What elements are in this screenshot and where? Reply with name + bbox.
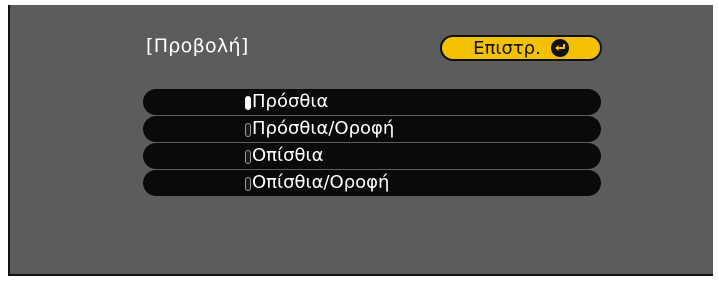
option-rear[interactable]: Οπίσθια bbox=[143, 143, 601, 169]
radio-unselected-icon bbox=[245, 177, 251, 191]
menu-title: [Προβολή] bbox=[146, 35, 249, 57]
option-label: Πρόσθια/Οροφή bbox=[252, 118, 395, 139]
option-label: Πρόσθια bbox=[252, 91, 329, 112]
radio-selected-icon bbox=[245, 96, 251, 110]
radio-unselected-icon bbox=[245, 150, 251, 164]
option-rear-ceiling[interactable]: Οπίσθια/Οροφή bbox=[143, 170, 601, 196]
option-label: Οπίσθια bbox=[252, 145, 324, 166]
enter-return-icon bbox=[550, 39, 569, 57]
radio-unselected-icon bbox=[245, 123, 251, 137]
projection-options-list: Πρόσθια Πρόσθια/Οροφή Οπίσθια Οπίσθια/Ορ… bbox=[143, 89, 601, 197]
option-label: Οπίσθια/Οροφή bbox=[252, 172, 390, 193]
option-front[interactable]: Πρόσθια bbox=[143, 89, 601, 115]
projector-menu-screen: [Προβολή] Επιστρ. Πρόσθια Πρόσθια/Οροφή … bbox=[8, 5, 713, 276]
return-button-label: Επιστρ. bbox=[473, 37, 541, 59]
option-front-ceiling[interactable]: Πρόσθια/Οροφή bbox=[143, 116, 601, 142]
return-button[interactable]: Επιστρ. bbox=[440, 35, 602, 61]
